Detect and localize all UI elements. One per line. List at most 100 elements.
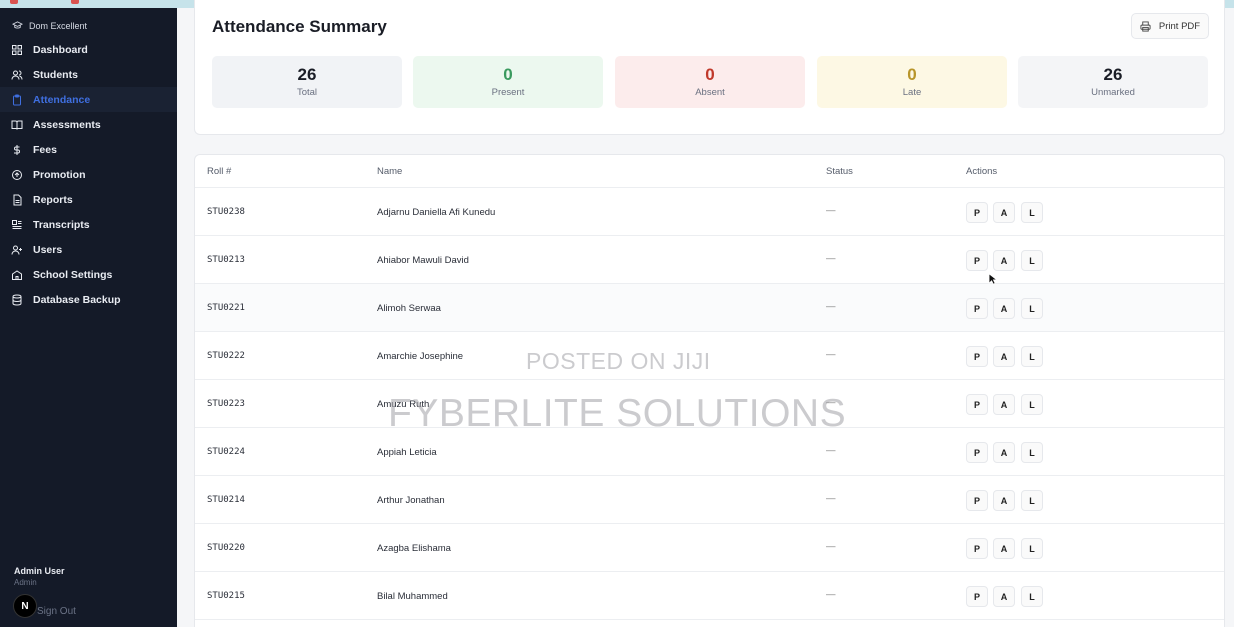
user-role: Admin (14, 578, 37, 587)
mark-present-button[interactable]: P (966, 538, 988, 559)
student-name: Amarchie Josephine (377, 351, 464, 362)
table-row: STU0220 Azagba Elishama — P A L (195, 524, 1224, 572)
mark-late-button[interactable]: L (1021, 394, 1043, 415)
sidebar-item-label: School Settings (33, 268, 113, 281)
mark-present-button[interactable]: P (966, 394, 988, 415)
brand-name: Dom Excellent (29, 20, 88, 31)
school-icon (12, 269, 22, 280)
sidebar-item-transcripts[interactable]: Transcripts (0, 212, 177, 237)
mark-absent-button[interactable]: A (993, 586, 1015, 607)
attendance-status: — (826, 493, 836, 504)
sidebar-item-students[interactable]: Students (0, 62, 177, 87)
roll-number: STU0213 (207, 255, 245, 265)
mark-present-button[interactable]: P (966, 490, 988, 511)
graduation-cap-icon (12, 21, 23, 29)
sign-out-link[interactable]: Sign Out (37, 606, 76, 617)
mark-absent-button[interactable]: A (993, 346, 1015, 367)
sidebar-item-label: Reports (33, 193, 73, 206)
stat-value: 26 (1103, 65, 1123, 84)
mark-absent-button[interactable]: A (993, 442, 1015, 463)
sidebar-item-label: Promotion (33, 168, 86, 181)
user-name: Admin User (14, 566, 65, 576)
sidebar-item-school-settings[interactable]: School Settings (0, 262, 177, 287)
student-name: Arthur Jonathan (377, 495, 445, 506)
stat-label: Late (902, 87, 922, 98)
mark-absent-button[interactable]: A (993, 250, 1015, 271)
stat-label: Present (491, 87, 525, 98)
brand[interactable]: Dom Excellent (12, 20, 87, 31)
print-pdf-label: Print PDF (1158, 20, 1201, 32)
sidebar-item-promotion[interactable]: Promotion (0, 162, 177, 187)
attendance-status: — (826, 445, 836, 456)
arrow-circle-icon (12, 169, 22, 180)
print-pdf-button[interactable]: Print PDF (1131, 13, 1209, 39)
mark-present-button[interactable]: P (966, 202, 988, 223)
watermark-posted: POSTED ON JIJI (526, 348, 711, 374)
mark-late-button[interactable]: L (1021, 586, 1043, 607)
tab-indicator (71, 0, 79, 4)
mark-late-button[interactable]: L (1021, 538, 1043, 559)
sidebar-item-label: Assessments (33, 118, 101, 131)
mark-late-button[interactable]: L (1021, 490, 1043, 511)
sidebar-item-attendance[interactable]: Attendance (0, 87, 177, 112)
stat-total: 26 Total (212, 56, 402, 108)
stat-label: Total (296, 87, 318, 98)
table-row: STU0214 Arthur Jonathan — P A L (195, 476, 1224, 524)
transcript-icon (12, 219, 22, 229)
sidebar-item-reports[interactable]: Reports (0, 187, 177, 212)
roll-number: STU0223 (207, 399, 245, 409)
page-title: Attendance Summary (212, 17, 387, 36)
users-icon (11, 70, 23, 80)
attendance-status: — (826, 349, 836, 360)
attendance-status: — (826, 205, 836, 216)
sidebar-item-fees[interactable]: Fees (0, 137, 177, 162)
mark-absent-button[interactable]: A (993, 202, 1015, 223)
mark-late-button[interactable]: L (1021, 442, 1043, 463)
mark-absent-button[interactable]: A (993, 490, 1015, 511)
mark-present-button[interactable]: P (966, 442, 988, 463)
attendance-table: Roll # Name Status Actions STU0238 Adjarn… (194, 154, 1225, 627)
stat-label: Absent (695, 87, 725, 98)
sidebar-item-users[interactable]: Users (0, 237, 177, 262)
sidebar-item-label: Transcripts (33, 218, 90, 231)
mark-late-button[interactable]: L (1021, 346, 1043, 367)
mark-present-button[interactable]: P (966, 298, 988, 319)
mark-absent-button[interactable]: A (993, 298, 1015, 319)
avatar[interactable]: N (13, 594, 37, 618)
attendance-status: — (826, 253, 836, 264)
mark-late-button[interactable]: L (1021, 250, 1043, 271)
mark-present-button[interactable]: P (966, 346, 988, 367)
table-header: Roll # Name Status Actions (195, 155, 1224, 188)
mark-absent-button[interactable]: A (993, 394, 1015, 415)
table-row: STU0213 Ahiabor Mawuli David — P A L (195, 236, 1224, 284)
sidebar-item-assessments[interactable]: Assessments (0, 112, 177, 137)
student-name: Azagba Elishama (377, 543, 451, 554)
attendance-status: — (826, 301, 836, 312)
dashboard-icon (12, 44, 22, 55)
roll-number: STU0214 (207, 495, 245, 505)
mouse-cursor-icon (988, 273, 997, 285)
roll-number: STU0221 (207, 303, 245, 313)
sidebar-item-label: Dashboard (33, 43, 88, 56)
attendance-status: — (826, 589, 836, 600)
user-plus-icon (11, 245, 22, 255)
report-icon (13, 194, 22, 205)
student-name: Adjarnu Daniella Afi Kunedu (377, 207, 496, 218)
mark-late-button[interactable]: L (1021, 202, 1043, 223)
mark-absent-button[interactable]: A (993, 538, 1015, 559)
dollar-icon (14, 144, 20, 155)
student-name: Appiah Leticia (377, 447, 437, 458)
mark-late-button[interactable]: L (1021, 298, 1043, 319)
roll-number: STU0220 (207, 543, 245, 553)
stat-value: 0 (503, 65, 513, 84)
sidebar-item-label: Attendance (33, 93, 91, 106)
sidebar-item-database-backup[interactable]: Database Backup (0, 287, 177, 312)
stat-late: 0 Late (817, 56, 1007, 108)
sidebar-item-dashboard[interactable]: Dashboard (0, 37, 177, 62)
watermark-company: FYBERLITE SOLUTIONS (388, 392, 847, 435)
mark-present-button[interactable]: P (966, 250, 988, 271)
stat-value: 26 (297, 65, 317, 84)
mark-present-button[interactable]: P (966, 586, 988, 607)
tab-indicator (10, 0, 18, 4)
student-name: Bilal Muhammed (377, 591, 448, 602)
